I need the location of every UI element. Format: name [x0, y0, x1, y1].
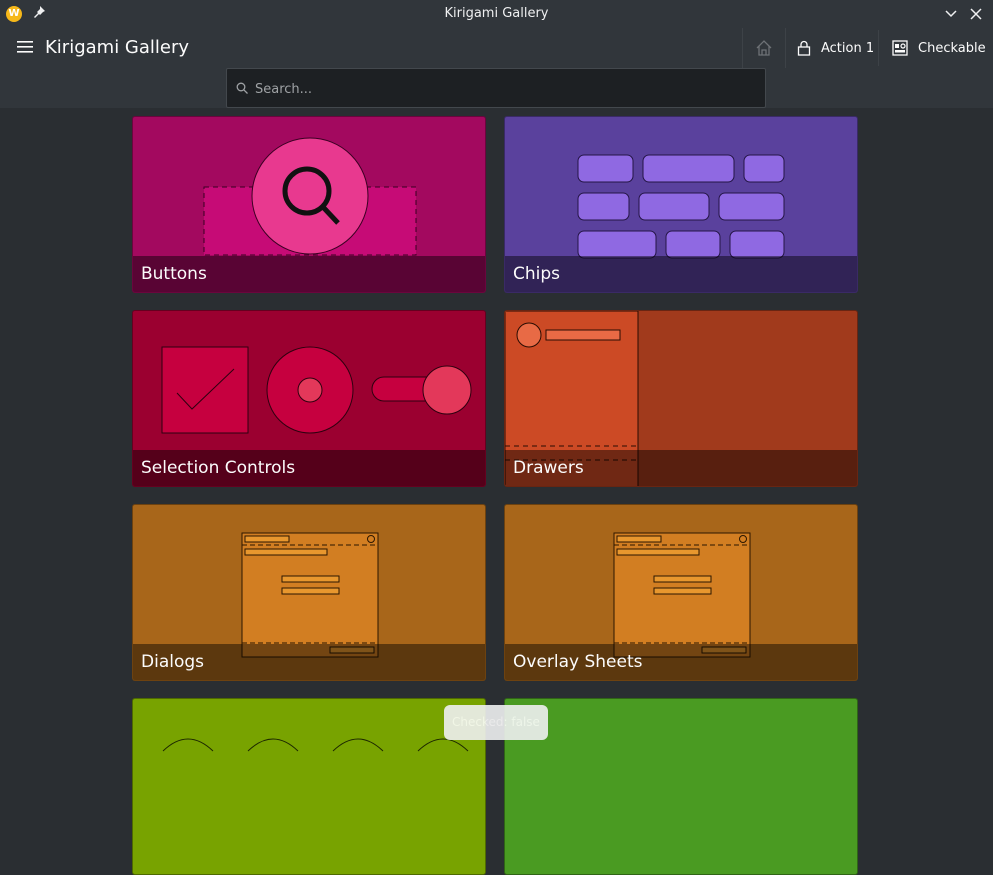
hamburger-menu-icon[interactable]	[17, 40, 33, 54]
card-label: Drawers	[513, 458, 584, 478]
window-title: Kirigami Gallery	[444, 6, 549, 21]
checkable-label: Checkable	[918, 40, 986, 56]
card-row4-right[interactable]	[504, 698, 858, 875]
card-chips[interactable]: Chips	[504, 116, 858, 293]
toast-notification: Checked: false	[444, 705, 548, 740]
action1-button[interactable]: Action 1	[797, 28, 874, 68]
card-overlay-sheets[interactable]: Overlay Sheets	[504, 504, 858, 681]
page-title: Kirigami Gallery	[45, 37, 190, 58]
card-selection-controls[interactable]: Selection Controls	[132, 310, 486, 487]
close-icon[interactable]	[969, 7, 983, 21]
minimize-chevron-icon[interactable]	[944, 7, 958, 21]
search-row	[0, 68, 993, 109]
card-label: Chips	[513, 264, 561, 284]
checkable-icon	[892, 40, 908, 56]
lock-icon	[797, 40, 811, 56]
card-drawers[interactable]: Drawers	[504, 310, 858, 487]
home-button[interactable]	[742, 28, 786, 68]
card-row4-left-illustration	[162, 738, 469, 752]
card-label: Overlay Sheets	[513, 652, 643, 672]
search-field[interactable]	[226, 68, 766, 109]
card-label: Buttons	[141, 264, 207, 284]
toolbar-separator	[878, 30, 879, 66]
action1-label: Action 1	[821, 40, 875, 56]
checkable-button[interactable]: Checkable	[892, 28, 986, 68]
card-buttons[interactable]: Buttons	[132, 116, 486, 293]
card-row4-left[interactable]	[132, 698, 486, 875]
card-label: Selection Controls	[141, 458, 296, 478]
card-label: Dialogs	[141, 652, 205, 672]
home-icon	[756, 40, 772, 56]
window-titlebar: W Kirigami Gallery	[0, 0, 993, 29]
search-icon	[236, 82, 248, 94]
main-toolbar: Kirigami Gallery Action 1 Checkable	[0, 28, 993, 68]
search-input[interactable]	[253, 69, 757, 109]
card-dialogs[interactable]: Dialogs	[132, 504, 486, 681]
